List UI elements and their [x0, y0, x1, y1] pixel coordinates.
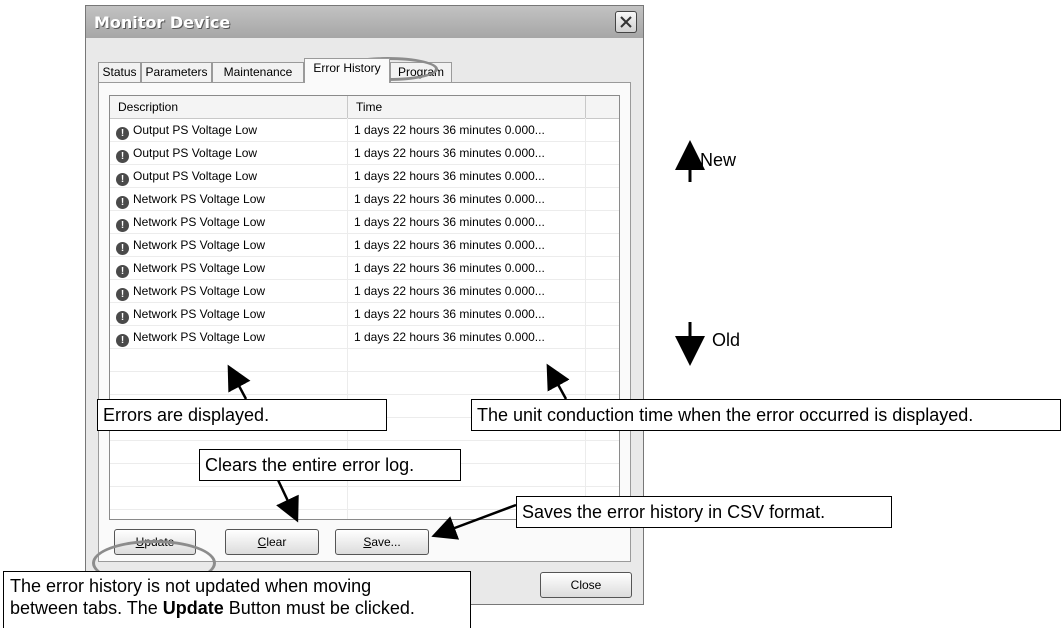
note-line-2: between tabs. The Update Button must be …: [10, 598, 415, 618]
note-line-1: The error history is not updated when mo…: [10, 576, 372, 596]
errors-displayed-callout: Errors are displayed.: [97, 399, 387, 431]
clear-pointer: [276, 479, 299, 523]
saves-callout: Saves the error history in CSV format.: [516, 496, 892, 528]
clears-callout: Clears the entire error log.: [199, 449, 461, 481]
old-label: Old: [712, 330, 741, 350]
errors-pointer: [227, 364, 251, 400]
time-pointer: [546, 363, 570, 400]
new-label: New: [700, 150, 737, 170]
update-note-callout: The error history is not updated when mo…: [3, 571, 471, 628]
time-displayed-callout: The unit conduction time when the error …: [471, 399, 1061, 431]
save-pointer: [431, 503, 517, 540]
annotation-arrows: [227, 140, 705, 540]
tab-error-history[interactable]: Error History: [304, 58, 390, 83]
